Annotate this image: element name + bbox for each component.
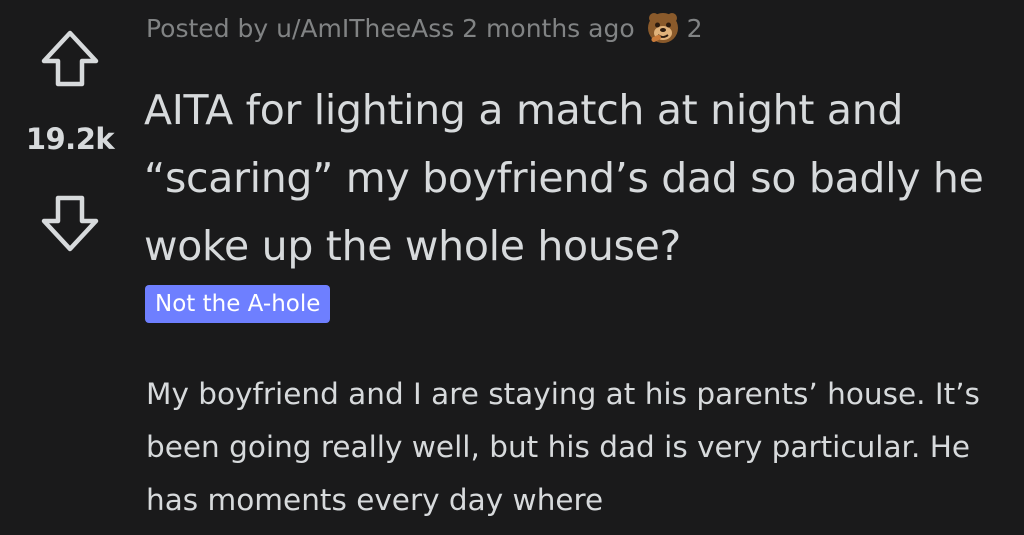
post-flair[interactable]: Not the A-hole	[145, 285, 331, 323]
vote-score: 19.2k	[25, 122, 115, 156]
vote-column: 19.2k	[0, 0, 140, 535]
upvote-arrow-icon	[41, 30, 99, 87]
award-count: 2	[686, 13, 703, 43]
post-container: 19.2k Posted by u/AmITheeAss 2 months ag…	[0, 0, 1024, 535]
post-meta: Posted by u/AmITheeAss 2 months ago 2	[146, 8, 703, 48]
award-icon[interactable]	[645, 10, 681, 46]
post-meta-text[interactable]: Posted by u/AmITheeAss 2 months ago	[146, 14, 635, 43]
post-body: My boyfriend and I are staying at his pa…	[146, 377, 980, 517]
upvote-button[interactable]	[39, 28, 101, 90]
downvote-button[interactable]	[39, 192, 101, 254]
downvote-arrow-icon	[41, 195, 99, 252]
post-title[interactable]: AITA for lighting a match at night and “…	[144, 76, 1014, 280]
